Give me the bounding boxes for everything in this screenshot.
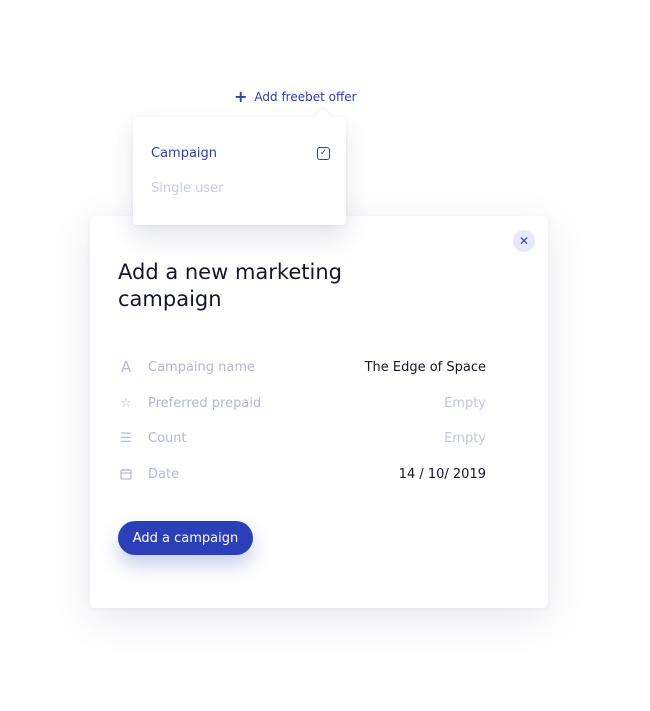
field-value[interactable]: The Edge of Space bbox=[365, 360, 486, 375]
letter-a-icon: A bbox=[120, 358, 132, 376]
plus-icon: + bbox=[234, 87, 248, 106]
add-campaign-button[interactable]: Add a campaign bbox=[118, 521, 253, 555]
field-label: Preferred prepaid bbox=[148, 395, 262, 411]
dropdown-option-campaign[interactable]: Campaign ✓ bbox=[151, 142, 330, 164]
list-icon: ☰ bbox=[120, 430, 132, 446]
field-value[interactable]: Empty bbox=[444, 396, 486, 411]
field-campaign-name[interactable]: A Campaing name The Edge of Space bbox=[118, 357, 486, 377]
field-label: Date bbox=[148, 466, 180, 482]
close-icon: ✕ bbox=[518, 234, 530, 248]
close-button[interactable]: ✕ bbox=[513, 230, 535, 252]
field-value[interactable]: Empty bbox=[444, 431, 486, 446]
checkbox-checked-icon[interactable]: ✓ bbox=[317, 146, 330, 160]
star-icon: ☆ bbox=[120, 395, 132, 411]
dropdown-option-label: Single user bbox=[151, 180, 224, 196]
dropdown-option-single-user[interactable]: Single user bbox=[151, 177, 330, 199]
offer-type-dropdown bbox=[133, 117, 346, 225]
campaign-modal: ✕ Add a new marketing campaign A Campain… bbox=[90, 216, 548, 608]
add-freebet-offer-label: Add freebet offer bbox=[254, 90, 357, 104]
calendar-icon bbox=[118, 468, 134, 480]
field-label: Campaing name bbox=[148, 359, 256, 375]
field-preferred-prepaid[interactable]: ☆ Preferred prepaid Empty bbox=[118, 393, 486, 413]
field-value[interactable]: 14 / 10/ 2019 bbox=[399, 467, 486, 482]
field-count[interactable]: ☰ Count Empty bbox=[118, 428, 486, 448]
field-label: Count bbox=[148, 430, 187, 446]
field-date[interactable]: Date 14 / 10/ 2019 bbox=[118, 464, 486, 484]
add-freebet-offer-link[interactable]: + Add freebet offer bbox=[234, 88, 357, 106]
modal-title: Add a new marketing campaign bbox=[118, 260, 342, 311]
dropdown-option-label: Campaign bbox=[151, 145, 218, 161]
